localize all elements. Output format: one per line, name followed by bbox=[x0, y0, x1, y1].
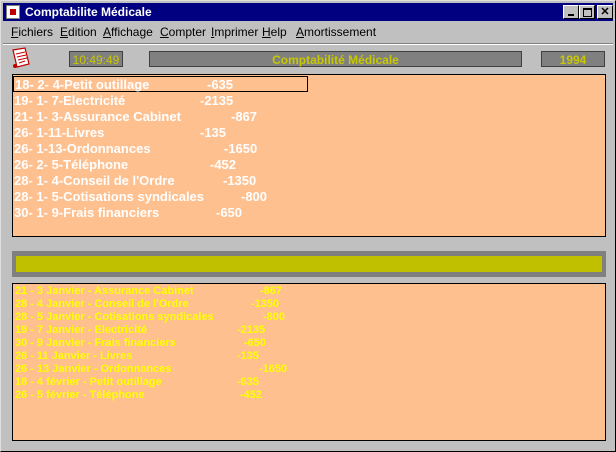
close-button[interactable]: ✕ bbox=[597, 5, 613, 19]
menu-bar: Fichiers Edition Affichage Compter Impri… bbox=[3, 23, 613, 42]
journal-list[interactable]: 21 - 3 Janvier - Assurance Cabinet -867 … bbox=[12, 283, 606, 441]
maximize-icon bbox=[582, 8, 592, 17]
app-window: Comptabilite Médicale ✕ Fichiers Edition… bbox=[0, 0, 616, 452]
menu-edition[interactable]: Edition bbox=[60, 23, 97, 42]
maximize-button[interactable] bbox=[579, 5, 595, 19]
menu-imprimer[interactable]: Imprimer bbox=[211, 23, 258, 42]
menu-help[interactable]: Help bbox=[262, 23, 287, 42]
menu-separator bbox=[3, 43, 613, 45]
separator-bar bbox=[12, 251, 606, 277]
document-icon[interactable] bbox=[10, 47, 32, 69]
minimize-icon bbox=[568, 14, 574, 16]
list-item[interactable]: 18- 2- 4-Petit outillage -635 bbox=[13, 76, 308, 92]
minimize-button[interactable] bbox=[563, 5, 579, 19]
separator-bar-fill bbox=[16, 256, 602, 272]
menu-compter[interactable]: Compter bbox=[160, 23, 206, 42]
title-bar[interactable]: Comptabilite Médicale ✕ bbox=[3, 3, 613, 21]
window-title: Comptabilite Médicale bbox=[25, 5, 152, 19]
entries-list[interactable]: 18- 2- 4-Petit outillage -635 19- 1- 7-E… bbox=[12, 74, 606, 237]
year-display: 1994 bbox=[541, 51, 605, 67]
menu-affichage[interactable]: Affichage bbox=[103, 23, 153, 42]
menu-amortissement[interactable]: Amortissement bbox=[296, 23, 376, 42]
app-banner: Comptabilité Médicale bbox=[149, 51, 522, 67]
app-icon[interactable] bbox=[6, 5, 20, 19]
close-icon: ✕ bbox=[600, 6, 610, 18]
clock-display: 10:49:49 bbox=[69, 51, 123, 67]
menu-fichiers[interactable]: Fichiers bbox=[11, 23, 53, 42]
